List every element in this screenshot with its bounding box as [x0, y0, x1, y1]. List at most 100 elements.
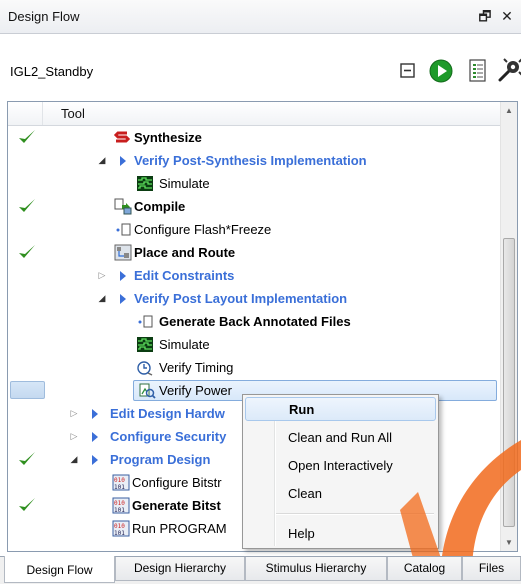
- status-column-header: [8, 102, 43, 125]
- tree-column-header: Tool: [8, 102, 500, 126]
- flow-group-icon: [92, 455, 98, 465]
- tab-design-hierarchy[interactable]: Design Hierarchy: [115, 557, 245, 581]
- check-icon: [19, 199, 35, 212]
- tree-row-label: Edit Constraints: [134, 268, 235, 283]
- tree-row-label: Verify Timing: [159, 360, 234, 375]
- tree-row-label: Configure Bitstr: [132, 475, 222, 490]
- menu-item-clean[interactable]: Clean: [245, 482, 436, 506]
- menu-item-label: Clean and Run All: [288, 430, 393, 445]
- tab-catalog[interactable]: Catalog: [387, 557, 462, 581]
- tree-row-edit-constraints[interactable]: ▷ Edit Constraints: [8, 264, 500, 287]
- simulate-icon: [137, 176, 153, 191]
- tree-row-label: Edit Design Hardw: [110, 406, 225, 421]
- flow-group-icon: [120, 156, 126, 166]
- svg-text:010: 010: [114, 477, 125, 484]
- collapsed-chevron-icon[interactable]: ▷: [68, 425, 80, 448]
- collapse-all-icon: [400, 63, 415, 78]
- tree-row-compile[interactable]: Compile: [8, 195, 500, 218]
- menu-item-open-interactively[interactable]: Open Interactively: [245, 454, 436, 478]
- collapsed-chevron-icon[interactable]: ▷: [68, 402, 80, 425]
- panel-title-bar: Design Flow 🗗 ✕: [0, 0, 521, 34]
- check-icon: [19, 245, 35, 258]
- report-icon: [469, 59, 486, 82]
- menu-item-help[interactable]: Help: [245, 522, 436, 546]
- tree-row-label: Generate Back Annotated Files: [159, 314, 351, 329]
- float-window-icon[interactable]: 🗗: [477, 7, 493, 25]
- row-status-cell: [10, 381, 45, 399]
- options-button[interactable]: [494, 56, 521, 86]
- tab-files[interactable]: Files: [462, 557, 521, 581]
- tab-label: Stimulus Hierarchy: [265, 561, 367, 575]
- collapsed-chevron-icon[interactable]: ▷: [96, 264, 108, 287]
- menu-item-label: Run: [289, 402, 315, 417]
- synthesize-icon: [113, 131, 131, 143]
- expanded-chevron-icon[interactable]: ◢: [96, 149, 108, 172]
- tree-row-label: Simulate: [159, 176, 210, 191]
- tab-label: Catalog: [403, 561, 446, 575]
- check-icon: [19, 498, 35, 511]
- tree-row-configure-flash-freeze[interactable]: Configure Flash*Freeze: [8, 218, 500, 241]
- svg-text:101: 101: [114, 484, 125, 491]
- flow-group-icon: [92, 409, 98, 419]
- tree-vertical-scrollbar[interactable]: ▲ ▼: [500, 102, 517, 551]
- tab-label: Design Hierarchy: [133, 561, 227, 575]
- compile-icon: [114, 198, 132, 215]
- close-icon[interactable]: ✕: [499, 7, 515, 25]
- tree-row-label: Verify Power: [159, 383, 232, 398]
- tree-row-label: Verify Post Layout Implementation: [134, 291, 348, 306]
- power-icon: [139, 383, 156, 399]
- tree-row-label: Verify Post-Synthesis Implementation: [134, 153, 367, 168]
- tab-stimulus-hierarchy[interactable]: Stimulus Hierarchy: [245, 557, 387, 581]
- tree-row-synthesize[interactable]: Synthesize: [8, 126, 500, 149]
- bitstream-icon: 010101: [112, 474, 130, 491]
- design-flow-toolbar: IGL2_Standby: [0, 34, 521, 102]
- tab-label: Design Flow: [26, 563, 93, 577]
- check-icon: [19, 130, 35, 143]
- collapse-all-button[interactable]: [392, 56, 422, 86]
- tree-row-simulate-post-layout[interactable]: Simulate: [8, 333, 500, 356]
- run-flow-button[interactable]: [426, 56, 456, 86]
- menu-item-label: Clean: [288, 486, 322, 501]
- tree-row-simulate[interactable]: Simulate: [8, 172, 500, 195]
- flow-group-icon: [92, 432, 98, 442]
- svg-text:010: 010: [114, 500, 125, 507]
- menu-separator: [276, 513, 434, 515]
- tree-row-verify-timing[interactable]: Verify Timing: [8, 356, 500, 379]
- menu-item-clean-and-run-all[interactable]: Clean and Run All: [245, 426, 436, 450]
- design-name-label: IGL2_Standby: [10, 64, 94, 79]
- place-route-icon: [114, 244, 132, 261]
- tree-row-place-and-route[interactable]: Place and Route: [8, 241, 500, 264]
- menu-item-run[interactable]: Run: [245, 397, 436, 421]
- tree-row-verify-post-synthesis[interactable]: ◢ Verify Post-Synthesis Implementation: [8, 149, 500, 172]
- panel-title: Design Flow: [8, 9, 80, 24]
- expanded-chevron-icon[interactable]: ◢: [96, 287, 108, 310]
- menu-item-label: Open Interactively: [288, 458, 393, 473]
- tree-row-label: Configure Security: [110, 429, 227, 444]
- tree-row-label: Place and Route: [134, 245, 236, 260]
- tree-row-label: Program Design: [110, 452, 211, 467]
- tree-row-generate-back-annotated[interactable]: Generate Back Annotated Files: [8, 310, 500, 333]
- title-bar-buttons: 🗗 ✕: [477, 7, 515, 25]
- configure-icon: [116, 223, 131, 236]
- bottom-tab-bar: Design Flow Design Hierarchy Stimulus Hi…: [0, 556, 521, 584]
- scrollbar-thumb[interactable]: [503, 238, 515, 527]
- tree-row-label: Simulate: [159, 337, 210, 352]
- tree-row-label: Synthesize: [134, 130, 202, 145]
- tree-row-verify-post-layout[interactable]: ◢ Verify Post Layout Implementation: [8, 287, 500, 310]
- options-icon: [498, 58, 521, 82]
- svg-text:010: 010: [114, 523, 125, 530]
- expanded-chevron-icon[interactable]: ◢: [68, 448, 80, 471]
- tree-row-label: Run PROGRAM: [132, 521, 227, 536]
- tab-design-flow[interactable]: Design Flow: [4, 556, 115, 583]
- reports-button[interactable]: [462, 56, 492, 86]
- tree-row-label: Compile: [134, 199, 186, 214]
- check-icon: [19, 452, 35, 465]
- bitstream-icon: 010101: [112, 497, 130, 514]
- scroll-up-arrow-icon[interactable]: ▲: [501, 102, 517, 119]
- configure-icon: [138, 315, 153, 328]
- run-icon: [429, 59, 453, 83]
- tool-column-header: Tool: [61, 106, 85, 121]
- tab-label: Files: [478, 561, 505, 575]
- context-menu: Run Clean and Run All Open Interactively…: [242, 394, 439, 549]
- scroll-down-arrow-icon[interactable]: ▼: [501, 534, 517, 551]
